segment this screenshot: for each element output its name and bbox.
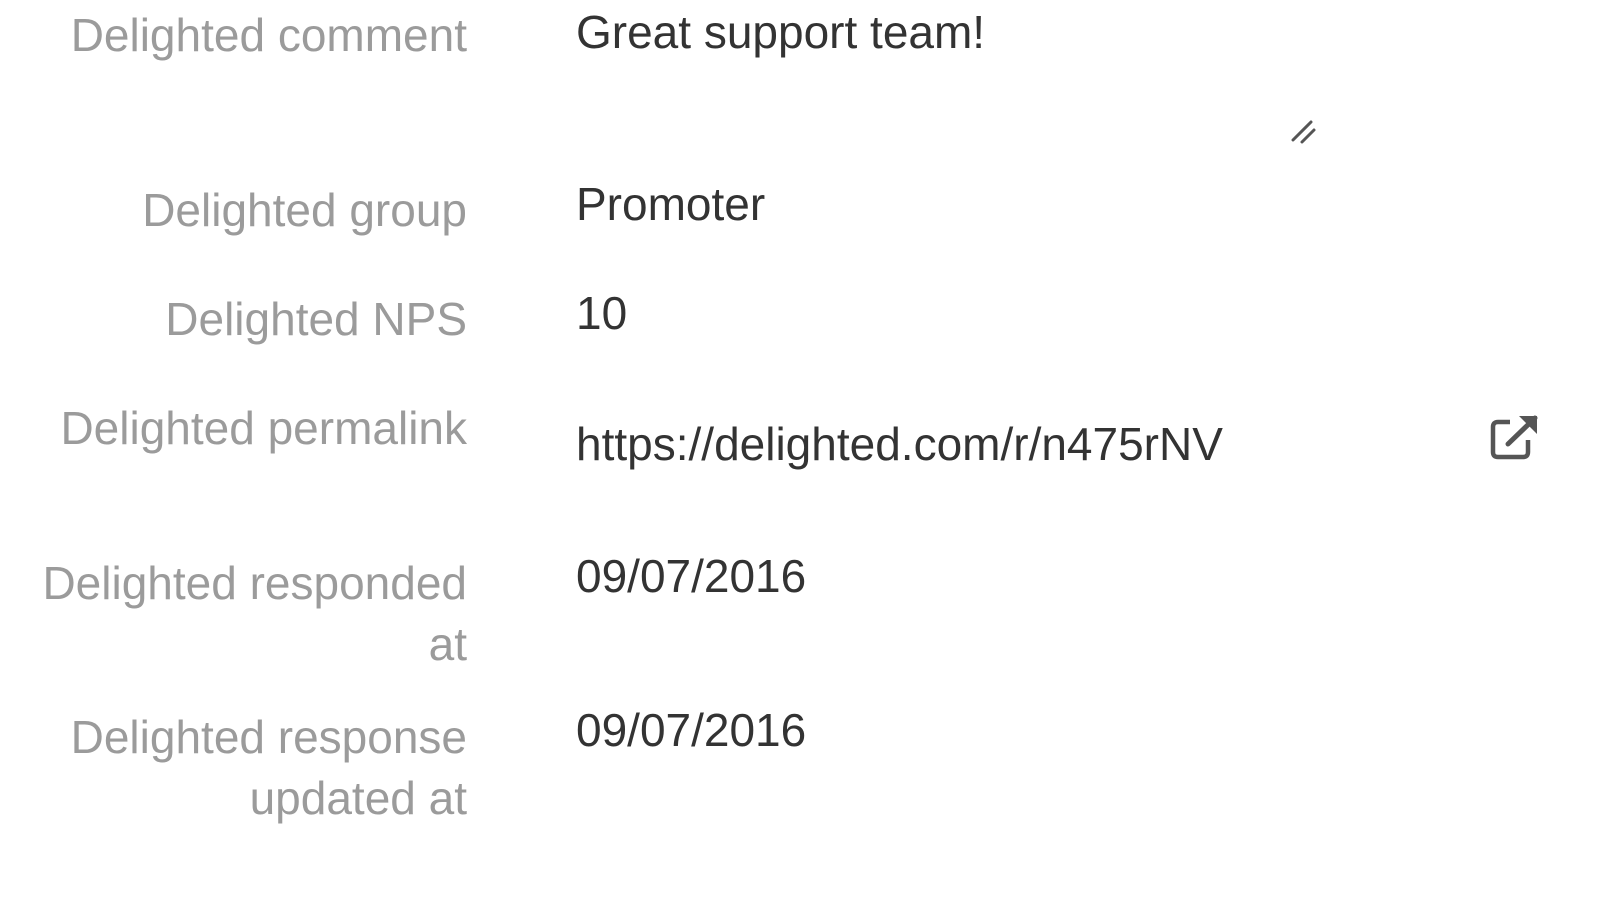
external-link-icon[interactable] [1488,412,1542,462]
nps-value[interactable]: 10 [576,283,627,344]
resize-handle-icon[interactable] [1289,118,1319,148]
field-label-group: Delighted group [142,184,467,236]
permalink-field[interactable]: https://delighted.com/r/n475rNV [576,414,1274,475]
field-list: Delighted comment Great support team! De… [0,0,1600,900]
field-label-responded-at: Delighted responded at [42,557,467,670]
field-label-response-updated-at: Delighted response updated at [70,711,467,824]
field-label-permalink: Delighted permalink [60,402,467,454]
field-label-nps: Delighted NPS [165,293,467,345]
field-label-comment: Delighted comment [70,9,467,61]
response-updated-at-value[interactable]: 09/07/2016 [576,700,806,761]
group-value[interactable]: Promoter [576,174,765,235]
comment-textarea[interactable]: Great support team! [576,2,985,63]
responded-at-value[interactable]: 09/07/2016 [576,546,806,607]
